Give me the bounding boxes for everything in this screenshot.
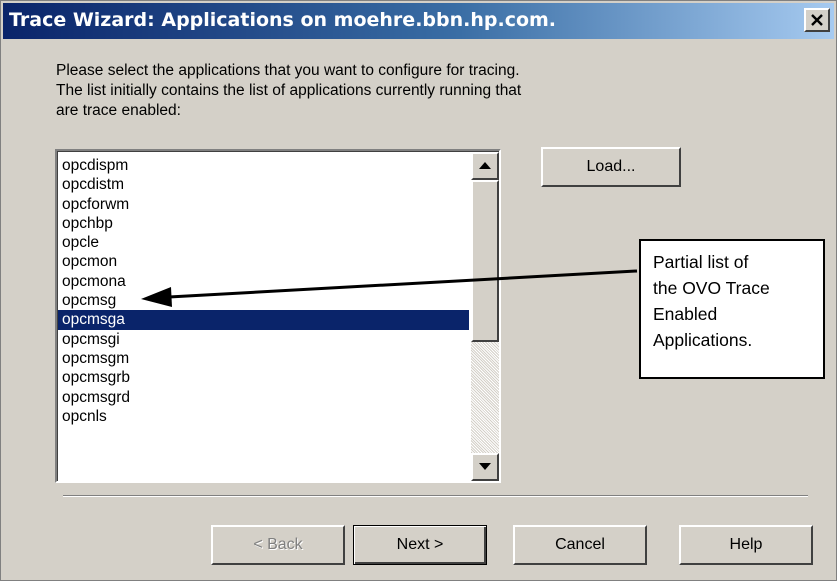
cancel-button[interactable]: Cancel: [513, 525, 647, 565]
load-button[interactable]: Load...: [541, 147, 681, 187]
scroll-thumb[interactable]: [471, 180, 499, 342]
back-button[interactable]: < Back: [211, 525, 345, 565]
instructions-line-1: Please select the applications that you …: [56, 62, 520, 79]
vertical-scrollbar[interactable]: [471, 152, 499, 481]
title-bar[interactable]: Trace Wizard: Applications on moehre.bbn…: [3, 3, 834, 39]
close-button[interactable]: [804, 8, 830, 32]
instructions-line-2: The list initially contains the list of …: [56, 82, 522, 99]
callout-line-4: Applications.: [653, 330, 753, 350]
scroll-up-button[interactable]: [471, 152, 499, 180]
list-item[interactable]: opcforwm: [58, 195, 469, 214]
scroll-down-button[interactable]: [471, 453, 499, 481]
callout-line-1: Partial list of: [653, 252, 749, 272]
next-button[interactable]: Next >: [353, 525, 487, 565]
list-item[interactable]: opcmsga: [58, 310, 469, 330]
list-item[interactable]: opcmona: [58, 272, 469, 291]
list-item[interactable]: opchbp: [58, 214, 469, 233]
list-item[interactable]: opcle: [58, 233, 469, 252]
instructions-text: Please select the applications that you …: [56, 61, 696, 121]
instructions-line-3: are trace enabled:: [56, 102, 181, 119]
trace-wizard-dialog: Trace Wizard: Applications on moehre.bbn…: [0, 0, 837, 581]
list-item[interactable]: opcmon: [58, 252, 469, 271]
close-icon: [811, 14, 823, 26]
window-title: Trace Wizard: Applications on moehre.bbn…: [9, 9, 557, 31]
list-item[interactable]: opcmsg: [58, 291, 469, 310]
scroll-up-arrow-icon: [479, 162, 491, 169]
list-item[interactable]: opcmsgi: [58, 330, 469, 349]
list-item[interactable]: opcnls: [58, 407, 469, 426]
callout-line-3: Enabled: [653, 304, 718, 324]
callout-line-2: the OVO Trace: [653, 278, 770, 298]
applications-listbox[interactable]: opcdispm opcdistm opcforwm opchbp opcle opcmo…: [55, 149, 501, 483]
footer-separator: [63, 495, 808, 497]
applications-list: opcdispm opcdistm opcforwm opchbp opcle opcmo…: [58, 156, 469, 426]
callout-box: Partial list of the OVO Trace Enabled Ap…: [639, 239, 825, 379]
list-item[interactable]: opcdistm: [58, 175, 469, 194]
list-item[interactable]: opcmsgrb: [58, 368, 469, 387]
scroll-down-arrow-icon: [479, 463, 491, 470]
help-button[interactable]: Help: [679, 525, 813, 565]
list-item[interactable]: opcmsgrd: [58, 388, 469, 407]
list-item[interactable]: opcdispm: [58, 156, 469, 175]
list-item[interactable]: opcmsgm: [58, 349, 469, 368]
